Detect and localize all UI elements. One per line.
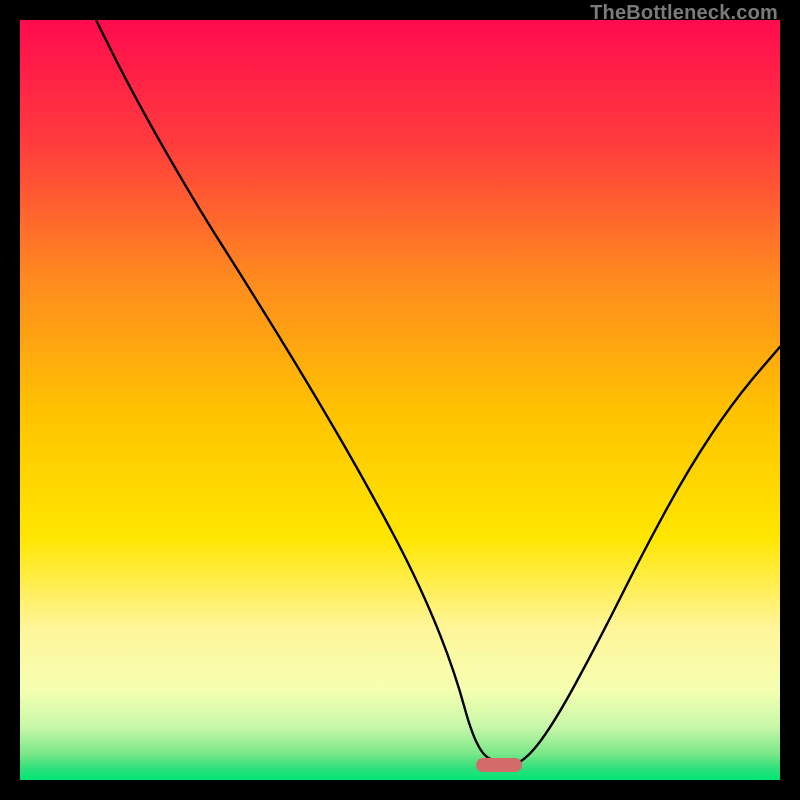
plot-area (20, 20, 780, 780)
watermark-label: TheBottleneck.com (590, 2, 778, 25)
optimum-marker (476, 758, 522, 772)
bottleneck-curve (20, 20, 780, 780)
chart-container: TheBottleneck.com (0, 0, 800, 800)
